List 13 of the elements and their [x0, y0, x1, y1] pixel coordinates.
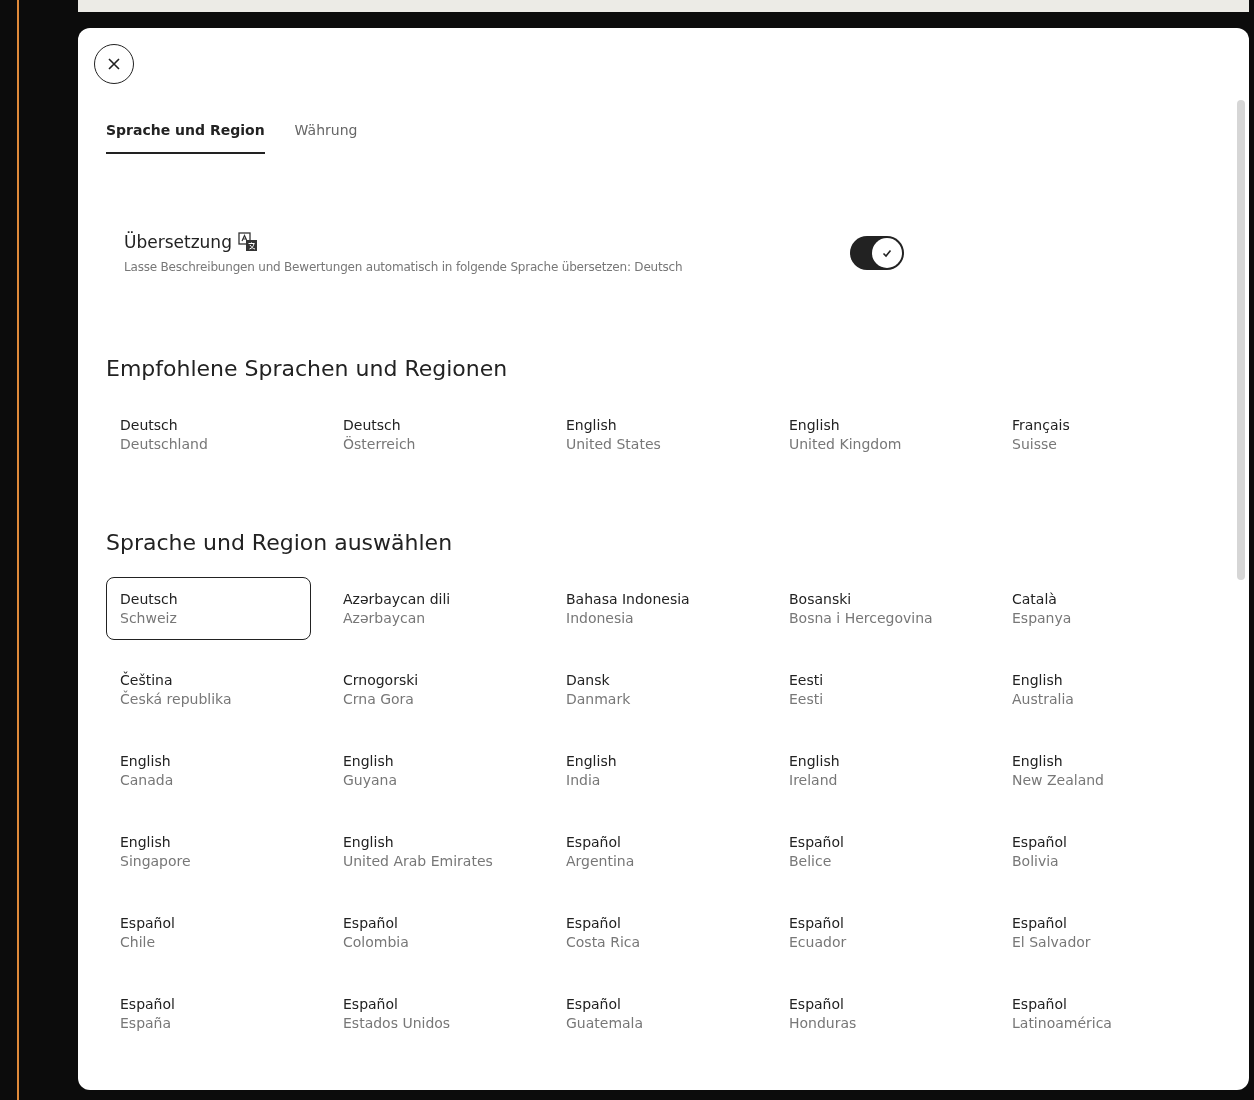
- translation-toggle[interactable]: [850, 236, 904, 270]
- language-option[interactable]: Deutsch Schweiz: [106, 577, 311, 640]
- check-icon: [881, 247, 893, 259]
- translation-description: Lasse Beschreibungen und Bewertungen automatisch in folgende Sprache übersetzen: Deutsch: [124, 260, 684, 274]
- close-icon: [107, 57, 121, 71]
- tab[interactable]: Währung: [294, 122, 358, 154]
- section-heading: Empfohlene Sprachen und Regionen: [106, 356, 509, 381]
- translate-icon: [237, 232, 258, 252]
- tab[interactable]: Sprache und Region: [106, 122, 265, 154]
- close-button[interactable]: [94, 44, 134, 84]
- scrollbar[interactable]: [1237, 100, 1245, 580]
- translation-title: Übersetzung: [124, 232, 232, 252]
- section-heading: Sprache und Region auswählen: [106, 530, 454, 555]
